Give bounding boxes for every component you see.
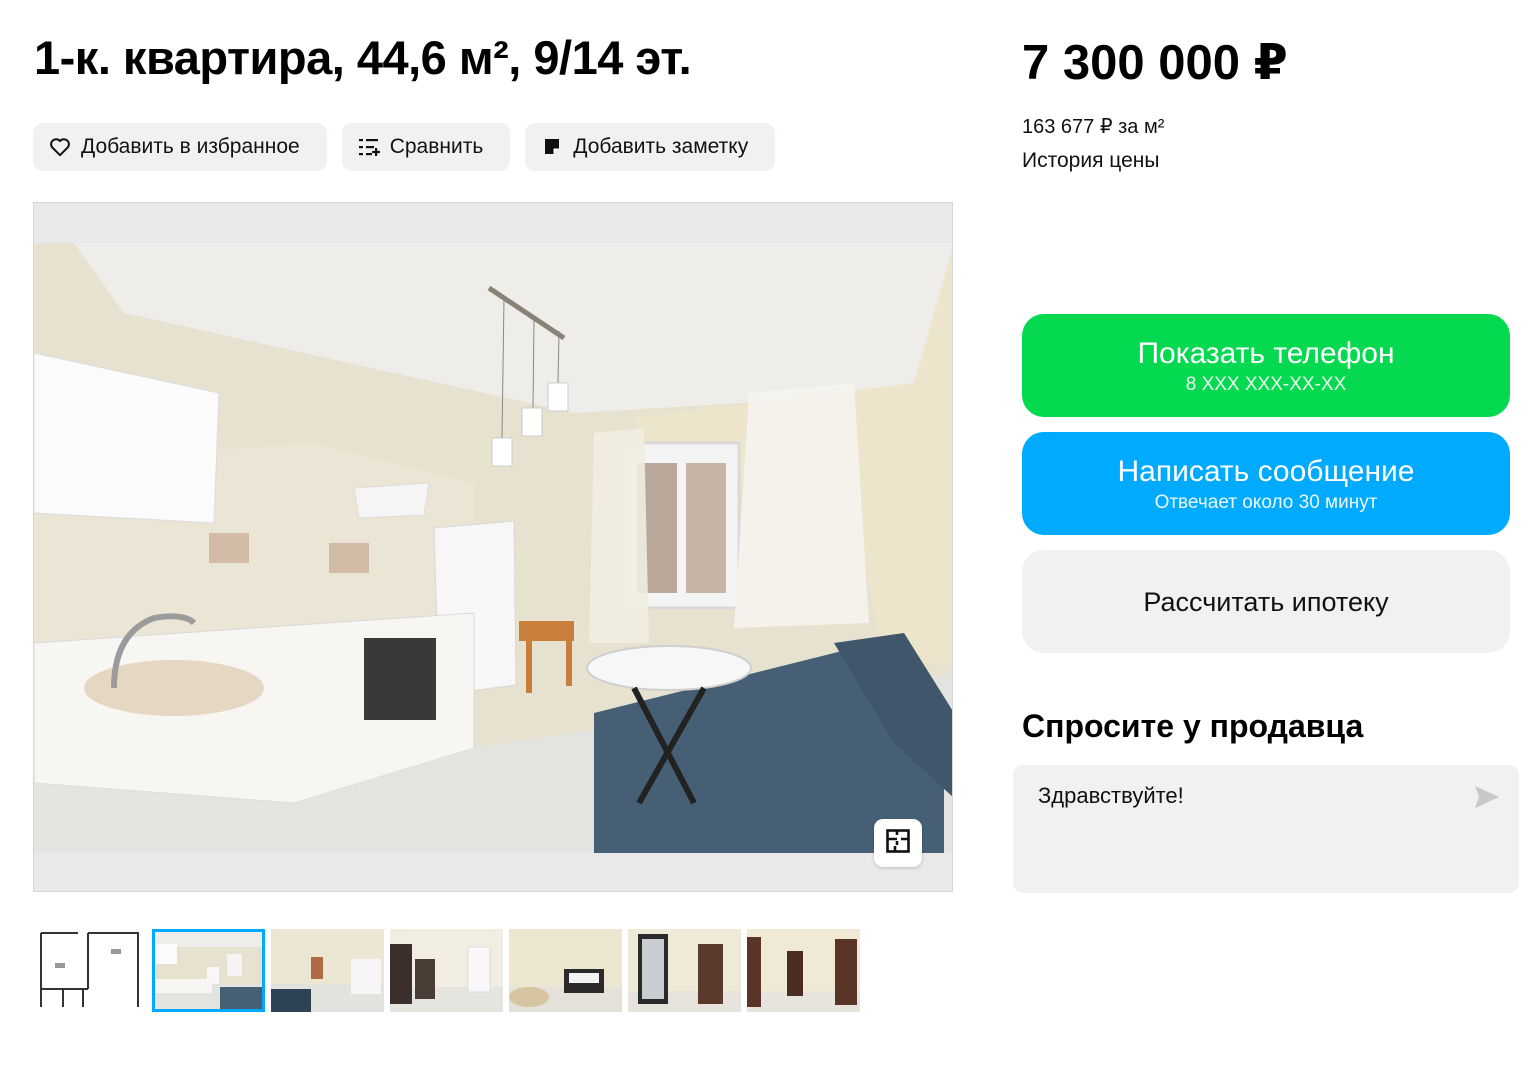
add-note-button[interactable]: Добавить заметку [525,123,776,171]
phone-masked: 8 XXX XXX-XX-XX [1185,373,1347,395]
add-to-favorites-button[interactable]: Добавить в избранное [33,123,327,171]
note-icon [541,136,563,158]
compare-button[interactable]: Сравнить [341,123,511,171]
heart-icon [49,136,71,158]
mortgage-label: Рассчитать ипотеку [1143,586,1389,617]
send-icon[interactable] [1473,783,1501,811]
price-value: 7 300 000 ₽ [1022,36,1288,90]
write-message-label: Написать сообщение [1117,454,1415,488]
thumbnail-hallway-1[interactable] [628,929,741,1012]
ask-seller-input[interactable]: Здравствуйте! [1013,765,1519,893]
floor-plan-button[interactable] [874,819,922,867]
photo-gallery[interactable] [33,202,953,892]
price-history-link[interactable]: История цены [1022,149,1159,173]
floor-plan-icon [885,828,911,859]
thumbnail-kitchen[interactable] [152,929,265,1012]
thumbnail-strip [33,929,860,1012]
listing-title: 1-к. квартира, 44,6 м², 9/14 эт. [34,31,692,84]
thumbnail-floorplan[interactable] [33,929,146,1012]
thumbnail-room-2[interactable] [390,929,503,1012]
ask-seller-title: Спросите у продавца [1022,708,1364,744]
mortgage-button[interactable]: Рассчитать ипотеку [1022,550,1510,653]
listing-actions: Добавить в избранное Сравнить Добавить з… [33,123,776,171]
thumbnail-hallway-2[interactable] [747,929,860,1012]
show-phone-label: Показать телефон [1137,336,1395,370]
compare-icon [358,136,380,158]
add-note-label: Добавить заметку [573,135,749,158]
price-per-m2: 163 677 ₽ за м² [1022,116,1165,138]
thumbnail-room-3[interactable] [509,929,622,1012]
show-phone-button[interactable]: Показать телефон 8 XXX XXX-XX-XX [1022,314,1510,417]
thumbnail-room-1[interactable] [271,929,384,1012]
add-to-favorites-label: Добавить в избранное [81,135,300,158]
compare-label: Сравнить [389,135,484,158]
ask-seller-message[interactable]: Здравствуйте! [1038,783,1184,809]
reply-time: Отвечает около 30 минут [1154,491,1378,513]
write-message-button[interactable]: Написать сообщение Отвечает около 30 мин… [1022,432,1510,535]
main-photo[interactable] [34,243,952,853]
